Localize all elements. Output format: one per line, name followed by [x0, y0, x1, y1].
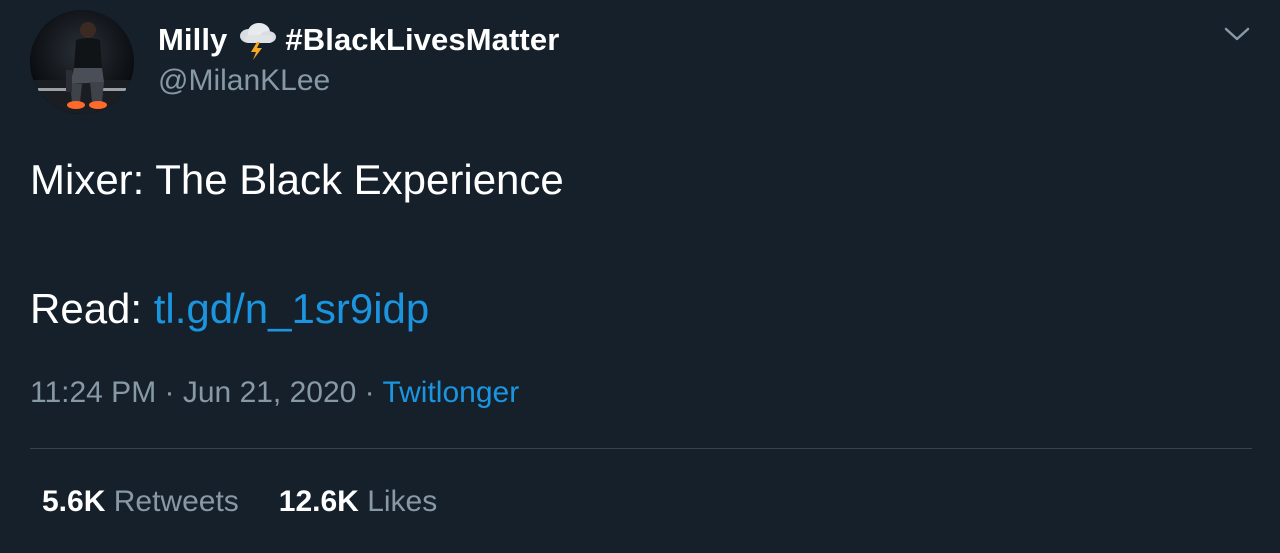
likes-stat[interactable]: 12.6K Likes [279, 485, 437, 519]
read-label: Read: [30, 285, 154, 332]
user-handle[interactable]: @MilanKLee [158, 64, 330, 98]
chevron-down-icon[interactable] [1222, 22, 1252, 46]
retweets-label: Retweets [113, 485, 239, 518]
meta-separator: · [156, 376, 183, 409]
cloud-lightning-icon [235, 20, 279, 60]
retweets-stat[interactable]: 5.6K Retweets [42, 485, 239, 519]
meta-separator: · [356, 376, 383, 409]
avatar[interactable] [30, 10, 134, 114]
tweet-card: Milly #BlackLivesMatter @MilanKLee Mixer… [0, 0, 1280, 553]
likes-count: 12.6K [278, 485, 359, 518]
tweet-link[interactable]: tl.gd/n_1sr9idp [154, 285, 430, 332]
likes-label: Likes [367, 485, 438, 518]
hashtag[interactable]: #BlackLivesMatter [285, 22, 559, 58]
tweet-stats: 5.6K Retweets 12.6K Likes [42, 485, 437, 519]
tweet-date[interactable]: Jun 21, 2020 [183, 376, 356, 409]
retweets-count: 5.6K [42, 485, 106, 518]
tweet-text: Mixer: The Black Experience [30, 156, 564, 203]
user-name-line[interactable]: Milly #BlackLivesMatter [158, 20, 559, 60]
tweet-source[interactable]: Twitlonger [382, 376, 519, 409]
tweet-read-line: Read: tl.gd/n_1sr9idp [30, 284, 429, 334]
tweet-time[interactable]: 11:24 PM [30, 376, 156, 409]
tweet-meta: 11:24 PM · Jun 21, 2020 · Twitlonger [30, 376, 519, 410]
avatar-photo [30, 10, 134, 114]
display-name[interactable]: Milly [158, 22, 227, 58]
divider [30, 448, 1252, 449]
